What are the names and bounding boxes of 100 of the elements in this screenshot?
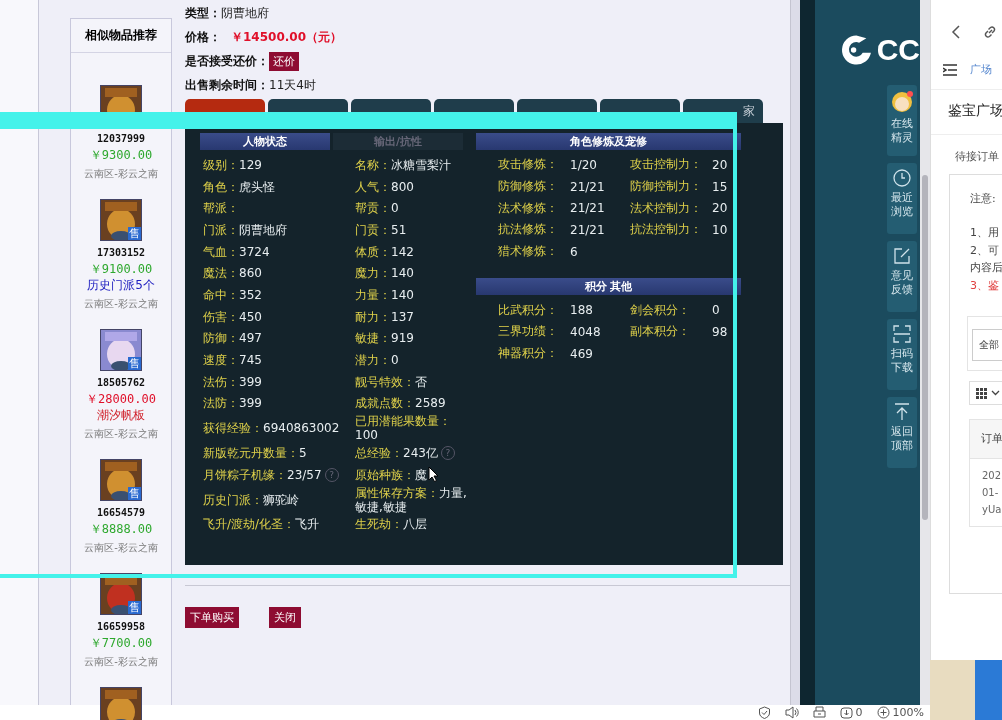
filter-select[interactable]: 全部 [972, 329, 1002, 361]
field-label: 出售剩余时间： [185, 76, 269, 94]
column-picker[interactable] [969, 381, 1002, 405]
field-label: 是否接受还价： [185, 52, 269, 70]
printer-icon[interactable] [812, 706, 826, 719]
cell-text: 01- [982, 486, 1000, 500]
sale-badge: 售 [128, 601, 141, 614]
menu-icon[interactable] [943, 63, 957, 76]
sale-badge: 售 [128, 487, 141, 500]
download-count: 0 [855, 706, 863, 719]
stat-value: 98 [712, 324, 729, 339]
stat-entry: 角色：虎头怪 [203, 179, 275, 194]
stat-entry: 属性保存方案：力量,敏捷,敏捷 [355, 485, 467, 514]
item-id: 17303152 [96, 246, 146, 260]
side-button-label: 在线精灵 [890, 117, 914, 145]
stat-entry: 法伤：399 [203, 374, 262, 389]
stat-label: 攻击控制力： [630, 156, 703, 174]
grid-icon [976, 387, 987, 399]
field-label: 价格： [185, 28, 221, 46]
stat-label: 防御修炼： [498, 178, 559, 196]
stat-value: 469 [570, 346, 594, 361]
buy-button[interactable]: 下单购买 [185, 607, 239, 628]
stat-label: 剑会积分： [630, 301, 691, 319]
back-to-top-icon [893, 403, 911, 421]
sub-tab[interactable]: 人物状态 [200, 133, 330, 150]
breadcrumb-link[interactable]: 广场 [970, 62, 992, 77]
sale-badge: 售 [128, 357, 141, 370]
stat-entry: 潜力：0 [355, 353, 399, 368]
close-button[interactable]: 关闭 [269, 607, 301, 628]
tab[interactable]: 待接订单 [931, 135, 1002, 174]
item-avatar[interactable]: 售 [100, 459, 142, 501]
side-button-label: 最近浏览 [890, 191, 914, 219]
stat-entry: 新版乾元丹数量：5 [203, 446, 307, 461]
side-button-label: 返回顶部 [890, 425, 914, 453]
side-button[interactable]: 扫码下载 [887, 319, 917, 390]
stat-value: 20 [712, 201, 729, 216]
item-price: ￥9300.00 [89, 147, 153, 163]
item-avatar[interactable]: 售 [100, 329, 142, 371]
scan-icon [893, 325, 911, 343]
stat-value: 21/21 [570, 179, 606, 194]
side-button[interactable]: 最近浏览 [887, 163, 917, 234]
download-icon[interactable] [839, 706, 853, 719]
notice-title: 注意: [970, 191, 997, 206]
item-avatar[interactable] [100, 687, 142, 720]
stat-label: 三界功绩： [498, 323, 559, 341]
counter-offer-button[interactable]: 还价 [269, 51, 299, 71]
link-icon[interactable] [983, 25, 997, 39]
item-region: 云南区-彩云之南 [84, 655, 158, 669]
stat-entry: 敏捷：919 [355, 331, 414, 346]
notice-line: 3、鉴 [970, 277, 1000, 294]
stat-value: 1/20 [570, 157, 598, 172]
stat-label: 抗法控制力： [630, 221, 703, 239]
stat-value: 21/21 [570, 222, 606, 237]
stat-entry: 法防：399 [203, 396, 262, 411]
zoom-icon[interactable] [876, 706, 890, 719]
item-price: ￥28000.00 [86, 391, 156, 407]
stat-entry: 体质：142 [355, 244, 414, 259]
item-avatar[interactable]: 售 [100, 573, 142, 615]
stat-entry: 人气：800 [355, 179, 414, 194]
stat-entry: 月饼粽子机缘：23/57 [203, 467, 322, 482]
stat-entry: 门贡：51 [355, 222, 407, 237]
stat-entry: 原始种族：魔 [355, 467, 427, 482]
zoom-level: 100% [892, 706, 924, 719]
shield-icon[interactable] [757, 706, 771, 719]
side-button-label: 意见反馈 [890, 269, 914, 297]
side-button[interactable]: 在线精灵 [887, 85, 917, 156]
notice-line: 内容后 [970, 260, 1002, 276]
cell-text: 202 [982, 469, 1002, 483]
field-label: 类型： [185, 4, 221, 22]
stat-label: 法术修炼： [498, 199, 559, 217]
stat-value: 21/21 [570, 201, 606, 216]
cell-text: yUa [982, 503, 1002, 517]
stat-value: 6 [570, 244, 579, 259]
edit-icon [893, 247, 911, 265]
stat-label: 比武积分： [498, 301, 559, 319]
item-id: 18505762 [96, 376, 146, 390]
stat-entry: 成就点数：2589 [355, 396, 446, 411]
stat-entry: 气血：3724 [203, 244, 270, 259]
item-price: ￥8888.00 [89, 521, 153, 537]
stat-value: 0 [712, 303, 721, 318]
item-avatar[interactable]: 售 [100, 199, 142, 241]
stat-value: 10 [712, 222, 729, 237]
item-region: 云南区-彩云之南 [84, 167, 158, 181]
stat-label: 猎术修炼： [498, 243, 559, 261]
item-note: 历史门派5个 [87, 277, 155, 293]
table-header-cell: 订单 [970, 420, 1002, 459]
scrollbar[interactable] [920, 0, 930, 705]
speaker-icon[interactable] [784, 706, 799, 719]
back-icon[interactable] [951, 25, 961, 39]
logo-text: CC [876, 32, 920, 68]
side-button[interactable]: 意见反馈 [887, 241, 917, 312]
stat-label: 防御控制力： [630, 178, 703, 196]
stat-entry: 帮派： [203, 201, 239, 216]
side-button[interactable]: 返回顶部 [887, 397, 917, 468]
item-price: ￥9100.00 [89, 261, 153, 277]
stat-value: 20 [712, 157, 729, 172]
stat-entry: 级别：129 [203, 157, 262, 172]
pointer-icon [428, 466, 439, 482]
field-value: 11天4时 [269, 76, 316, 94]
item-id: 16659958 [96, 620, 146, 634]
